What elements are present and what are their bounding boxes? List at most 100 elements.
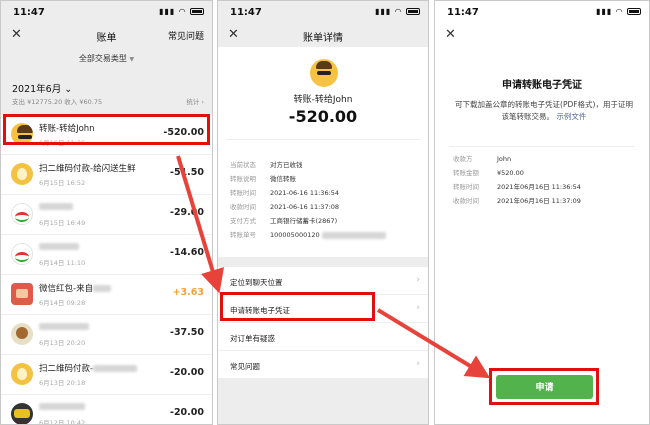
detail-value: 2021年06月16日 11:36:54	[497, 183, 581, 191]
detail-row: 转账说明 微信转账	[230, 173, 296, 183]
detail-row: 转账单号 100005000120	[230, 229, 386, 239]
status-time: 11:47	[447, 7, 479, 18]
detail-key: 转账时间	[453, 183, 479, 191]
item-title-blurred	[39, 322, 89, 332]
tutorial-stage: 11:47 ▮▮▮ ◠ ✕ 账单 常见问题 全部交易类型 ▼ 2021年6月 ⌄…	[0, 0, 650, 425]
detail-value: John	[497, 155, 512, 163]
status-bar: 11:47 ▮▮▮ ◠	[218, 1, 428, 23]
detail-key: 转账说明	[230, 175, 256, 183]
detail-menu: 定位到聊天位置 › 申请转账电子凭证 › 对订单有疑惑 › 常见问题 ›	[218, 267, 428, 379]
item-date: 6月15日 16:52	[39, 179, 86, 187]
page-title: 账单详情	[303, 33, 343, 44]
status-time: 11:47	[13, 7, 45, 18]
stats-link[interactable]: 统计 ›	[186, 96, 204, 106]
list-item[interactable]: 6月13日 20:20 -37.50	[1, 315, 212, 355]
chevron-right-icon: ›	[416, 303, 420, 313]
detail-key: 转账时间	[230, 189, 256, 197]
status-icons: ▮▮▮ ◠	[159, 7, 204, 16]
chevron-right-icon: ›	[416, 275, 420, 285]
chevron-down-icon: ⌄	[64, 84, 73, 95]
detail-key: 收款时间	[230, 203, 256, 211]
dog-icon	[11, 323, 33, 345]
red-packet-icon	[11, 283, 33, 305]
bank-icon	[11, 203, 33, 225]
detail-value: ¥520.00	[497, 169, 524, 177]
detail-row: 转账金额 ¥520.00	[453, 167, 524, 177]
list-item[interactable]: 6月12日 10:42 -20.00	[1, 395, 212, 424]
detail-key: 转账单号	[230, 231, 256, 239]
highlight-box-voucher-menu	[220, 292, 375, 321]
list-item[interactable]: 6月14日 11:10 -14.60	[1, 235, 212, 275]
highlight-box-transfer-row	[3, 114, 210, 145]
detail-key: 转账金额	[453, 169, 479, 177]
list-item[interactable]: 扫二维码付款-给闪送生鲜 6月15日 16:52 -51.50	[1, 155, 212, 195]
item-title: 扫二维码付款-给闪送生鲜	[39, 164, 136, 174]
list-item[interactable]: 6月15日 16:49 -29.00	[1, 195, 212, 235]
item-date: 6月13日 20:20	[39, 339, 86, 347]
month-label: 2021年6月	[12, 84, 62, 95]
divider	[226, 139, 420, 140]
item-title-blurred	[39, 202, 73, 212]
menu-item-locate-chat[interactable]: 定位到聊天位置 ›	[218, 267, 428, 295]
menu-item-faq[interactable]: 常见问题 ›	[218, 351, 428, 379]
item-title-blurred	[39, 402, 85, 412]
item-title-text: 微信红包-来自	[39, 284, 94, 294]
item-date: 6月15日 16:49	[39, 219, 86, 227]
sample-file-link[interactable]: 示例文件	[556, 112, 586, 121]
faq-link[interactable]: 常见问题	[168, 29, 204, 42]
item-title-blurred	[39, 242, 79, 252]
item-date: 6月14日 11:10	[39, 259, 86, 267]
bill-detail-screen: 11:47 ▮▮▮ ◠ ✕ 账单详情 转账-转给John -520.00 当前状…	[217, 0, 429, 425]
detail-row: 转账时间 2021-06-16 11:36:54	[230, 187, 339, 197]
item-title: 微信红包-来自	[39, 282, 112, 294]
menu-label: 定位到聊天位置	[230, 278, 283, 287]
detail-row: 当前状态 对方已收钱	[230, 159, 303, 169]
item-amount: -51.50	[170, 167, 204, 178]
month-selector[interactable]: 2021年6月 ⌄	[12, 81, 72, 95]
detail-row: 转账时间 2021年06月16日 11:36:54	[453, 181, 581, 191]
list-item[interactable]: 扫二维码付款- 6月13日 20:18 -20.00	[1, 355, 212, 395]
stats-label: 统计	[186, 98, 200, 106]
navbar: ✕ 账单 常见问题	[1, 25, 212, 47]
detail-value: 对方已收钱	[270, 161, 303, 169]
avatar-john-icon	[310, 59, 338, 87]
bill-list-screen: 11:47 ▮▮▮ ◠ ✕ 账单 常见问题 全部交易类型 ▼ 2021年6月 ⌄…	[0, 0, 213, 425]
coin-icon	[11, 363, 33, 385]
transaction-type-filter[interactable]: 全部交易类型 ▼	[1, 53, 212, 64]
month-header: 2021年6月 ⌄ 支出 ¥12775.20 收入 ¥60.75 统计 ›	[1, 79, 212, 109]
detail-row: 支付方式 工商银行储蓄卡(2867)	[230, 215, 337, 225]
detail-key: 收款时间	[453, 197, 479, 205]
detail-value: 2021年06月16日 11:37:09	[497, 197, 581, 205]
item-amount: -20.00	[170, 407, 204, 418]
status-icons: ▮▮▮ ◠	[375, 7, 420, 16]
status-bar: 11:47 ▮▮▮ ◠	[1, 1, 212, 23]
battery-icon	[190, 8, 204, 15]
highlight-box-apply-button	[489, 368, 599, 405]
list-item[interactable]: 微信红包-来自 6月14日 09:28 +3.63	[1, 275, 212, 315]
item-amount: +3.63	[172, 287, 204, 298]
game-icon	[11, 403, 33, 424]
detail-key: 当前状态	[230, 161, 256, 169]
item-title-text: 扫二维码付款-	[39, 364, 94, 374]
description-text: 可下载加盖公章的转账电子凭证(PDF格式)，用于证明该笔转账交易。	[455, 100, 633, 121]
menu-label: 常见问题	[230, 362, 260, 371]
item-amount: -37.50	[170, 327, 204, 338]
transfer-amount: -520.00	[288, 107, 358, 126]
detail-key: 支付方式	[230, 217, 256, 225]
battery-icon	[406, 8, 420, 15]
menu-label: 对订单有疑惑	[230, 334, 275, 343]
voucher-description: 可下载加盖公章的转账电子凭证(PDF格式)，用于证明该笔转账交易。 示例文件	[453, 99, 635, 123]
status-icons: ▮▮▮ ◠	[596, 7, 641, 16]
detail-row: 收款时间 2021-06-16 11:37:08	[230, 201, 339, 211]
navbar: ✕	[435, 25, 649, 47]
close-icon[interactable]: ✕	[445, 27, 456, 42]
item-amount: -29.00	[170, 207, 204, 218]
item-date: 6月13日 20:18	[39, 379, 86, 387]
bill-list: 转账-转给John 6月16日 11:36 -520.00 扫二维码付款-给闪送…	[1, 115, 212, 424]
detail-row: 收款方 John	[453, 153, 511, 163]
detail-value: 微信转账	[270, 175, 296, 183]
status-bar: 11:47 ▮▮▮ ◠	[435, 1, 649, 23]
detail-value: 工商银行储蓄卡(2867)	[270, 217, 338, 225]
menu-item-order-doubt[interactable]: 对订单有疑惑 ›	[218, 323, 428, 351]
item-date: 6月14日 09:28	[39, 299, 86, 307]
